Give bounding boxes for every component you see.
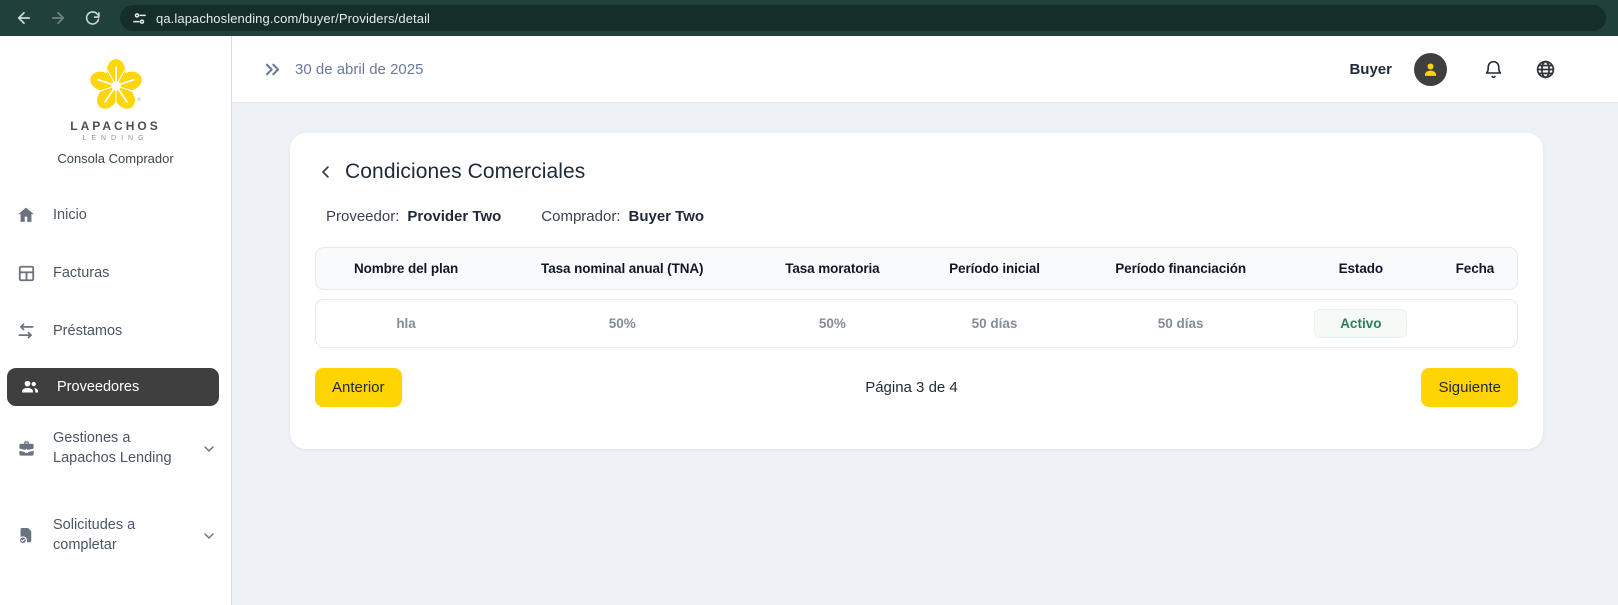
page-title: Condiciones Comerciales (345, 160, 585, 184)
logo-wordmark: LAPACHOS (0, 119, 231, 133)
col-header-plan: Nombre del plan (316, 261, 496, 276)
document-check-icon (16, 526, 36, 546)
cell-periodo-inicial: 50 días (916, 316, 1072, 331)
table-row[interactable]: hla 50% 50% 50 días 50 días Activo (315, 299, 1518, 348)
provider-label: Proveedor: (326, 208, 399, 225)
col-header-moratoria: Tasa moratoria (748, 261, 916, 276)
chevron-down-icon (201, 441, 217, 457)
status-badge: Activo (1314, 309, 1407, 338)
cell-estado: Activo (1289, 309, 1433, 338)
table-header-row: Nombre del plan Tasa nominal anual (TNA)… (315, 247, 1518, 290)
commercial-conditions-card: Condiciones Comerciales Proveedor: Provi… (290, 133, 1543, 449)
sidebar-item-inicio[interactable]: Inicio (0, 190, 231, 240)
provider-value: Provider Two (407, 208, 501, 225)
content-area: Condiciones Comerciales Proveedor: Provi… (232, 103, 1618, 605)
avatar[interactable] (1414, 53, 1447, 86)
console-label: Consola Comprador (0, 151, 231, 166)
buyer-label: Comprador: (541, 208, 620, 225)
address-bar[interactable]: qa.lapachoslending.com/buyer/Providers/d… (120, 5, 1606, 31)
sidebar-item-gestiones[interactable]: Gestiones a Lapachos Lending (0, 418, 231, 479)
cell-plan: hla (316, 316, 496, 331)
svg-text:®: ® (137, 97, 141, 104)
sidebar-item-facturas[interactable]: Facturas (0, 248, 231, 298)
notifications-bell-icon[interactable] (1483, 59, 1504, 80)
sidebar-item-label: Facturas (53, 265, 109, 281)
user-role-label: Buyer (1349, 61, 1392, 78)
browser-back-icon[interactable] (12, 6, 36, 30)
site-settings-icon[interactable] (132, 11, 147, 26)
sidebar: ® LAPACHOS LENDING Consola Comprador Ini… (0, 36, 232, 605)
parties-info: Proveedor: Provider Two Comprador: Buyer… (315, 208, 1518, 225)
col-header-fecha: Fecha (1433, 261, 1517, 276)
page-indicator: Página 3 de 4 (402, 379, 1422, 396)
invoices-grid-icon (16, 263, 36, 283)
sidebar-item-prestamos[interactable]: Préstamos (0, 306, 231, 356)
sidebar-item-label: Préstamos (53, 323, 122, 339)
url-text: qa.lapachoslending.com/buyer/Providers/d… (156, 11, 430, 26)
sidebar-item-solicitudes[interactable]: Solicitudes a completar (0, 505, 231, 566)
browser-toolbar: qa.lapachoslending.com/buyer/Providers/d… (0, 0, 1618, 36)
current-date: 30 de abril de 2025 (295, 61, 423, 78)
lapachos-flower-icon: ® (87, 56, 145, 112)
chevron-down-icon (201, 528, 217, 544)
col-header-estado: Estado (1289, 261, 1433, 276)
sidebar-item-label: Gestiones a Lapachos Lending (53, 429, 184, 468)
person-icon (1421, 60, 1440, 79)
briefcase-icon (16, 439, 36, 459)
sidebar-item-proveedores[interactable]: Proveedores (7, 368, 219, 406)
col-header-tna: Tasa nominal anual (TNA) (496, 261, 748, 276)
users-icon (20, 377, 40, 397)
cell-periodo-financiacion: 50 días (1073, 316, 1289, 331)
cell-moratoria: 50% (748, 316, 916, 331)
browser-forward-icon[interactable] (46, 6, 70, 30)
home-icon (16, 205, 36, 225)
sidebar-item-label: Solicitudes a completar (53, 516, 184, 555)
language-globe-icon[interactable] (1535, 59, 1556, 80)
back-chevron-icon[interactable] (317, 163, 335, 181)
logo: ® LAPACHOS LENDING Consola Comprador (0, 36, 231, 166)
browser-refresh-icon[interactable] (80, 6, 104, 30)
buyer-value: Buyer Two (628, 208, 704, 225)
swap-arrows-icon (16, 321, 36, 341)
col-header-periodo-inicial: Período inicial (916, 261, 1072, 276)
sidebar-nav: Inicio Facturas Préstamos (0, 190, 231, 566)
collapse-sidebar-icon[interactable] (263, 60, 282, 79)
next-page-button[interactable]: Siguiente (1421, 368, 1518, 407)
app-header: 30 de abril de 2025 Buyer (232, 36, 1618, 103)
sidebar-item-label: Inicio (53, 207, 87, 223)
pagination: Anterior Página 3 de 4 Siguiente (315, 368, 1518, 407)
logo-subtitle: LENDING (0, 135, 231, 142)
previous-page-button[interactable]: Anterior (315, 368, 402, 407)
sidebar-item-label: Proveedores (57, 379, 139, 395)
col-header-periodo-financiacion: Período financiación (1073, 261, 1289, 276)
cell-tna: 50% (496, 316, 748, 331)
